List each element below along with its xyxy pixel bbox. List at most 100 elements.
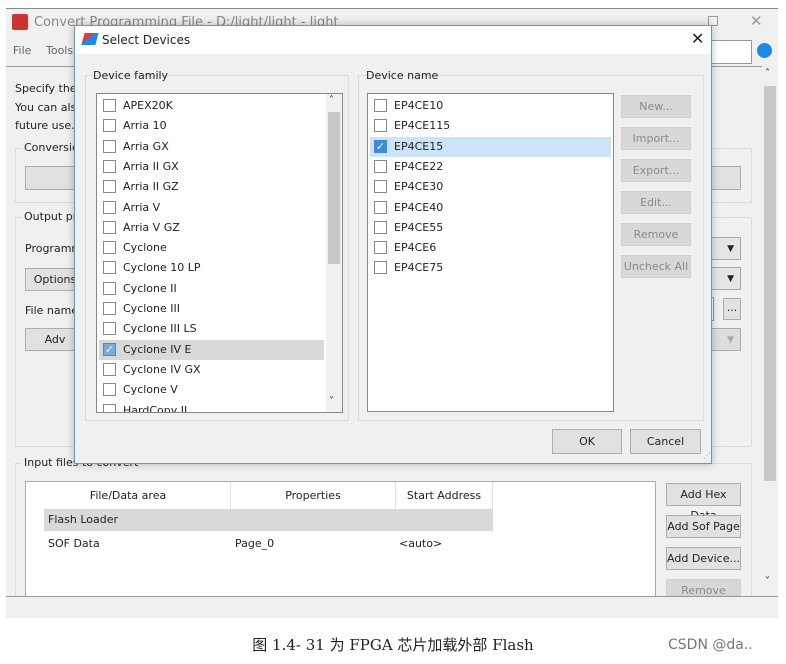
list-item[interactable]: Arria II GZ [99, 177, 324, 197]
list-item[interactable]: ✓ EP4CE15 [370, 136, 611, 157]
cell: Flash Loader [48, 513, 119, 526]
device-uncheck-all-button[interactable]: Uncheck All [621, 255, 691, 278]
device-name-list[interactable]: EP4CE10 EP4CE115 ✓ EP4CE15 EP4CE22 EP4CE30 EP4… [367, 93, 614, 412]
checkbox[interactable] [374, 200, 387, 214]
device-family-list[interactable]: ˄ ˅ APEX20K Arria 10 Arria GX Arria II GX Ar… [96, 93, 343, 413]
checkbox[interactable] [374, 261, 387, 275]
scroll-up-icon[interactable]: ˄ [765, 68, 770, 79]
add-device-button[interactable]: Add Device... [666, 547, 741, 570]
checkbox[interactable] [103, 362, 116, 376]
checkbox[interactable] [374, 180, 387, 194]
item-label: HardCopy II [123, 403, 188, 413]
item-label: Cyclone III LS [123, 322, 197, 336]
device-new-button[interactable]: New... [621, 95, 691, 118]
scroll-down-icon[interactable]: ˅ [329, 396, 334, 407]
column-header[interactable]: File/Data area [26, 482, 231, 509]
scrollbar-thumb[interactable] [328, 112, 340, 264]
dialog-close-icon[interactable]: ✕ [691, 29, 704, 48]
list-item[interactable]: EP4CE40 [370, 198, 611, 218]
list-item[interactable]: APEX20K [99, 96, 324, 116]
checkbox[interactable] [374, 241, 387, 255]
device-remove-button[interactable]: Remove [621, 223, 691, 246]
table-row[interactable]: SOF Data Page_0 <auto> [48, 533, 493, 555]
main-scrollbar[interactable]: ˄ ˅ [762, 68, 778, 596]
list-item[interactable]: EP4CE22 [370, 157, 611, 177]
checkbox[interactable] [374, 159, 387, 173]
scrollbar-thumb[interactable] [764, 86, 776, 481]
list-item[interactable]: EP4CE30 [370, 177, 611, 197]
checkbox[interactable] [103, 139, 116, 153]
checkbox[interactable] [103, 403, 116, 412]
list-item[interactable]: EP4CE6 [370, 238, 611, 258]
conversion-group-label: Conversic [22, 141, 81, 154]
checkbox[interactable] [374, 119, 387, 133]
browse-button[interactable]: ... [723, 298, 741, 320]
list-item[interactable]: Arria V GZ [99, 218, 324, 238]
item-label: Arria II GZ [123, 180, 179, 194]
checkbox[interactable] [374, 220, 387, 234]
menu-tools[interactable]: Tools [46, 44, 73, 57]
list-item[interactable]: Cyclone III LS [99, 319, 324, 339]
list-item[interactable]: ✓ Cyclone IV E [99, 339, 324, 360]
checkbox[interactable] [103, 281, 116, 295]
item-label: EP4CE75 [394, 261, 444, 275]
device-import-button[interactable]: Import... [621, 127, 691, 150]
checkbox[interactable] [103, 241, 116, 255]
add-sof-page-button[interactable]: Add Sof Page [666, 515, 741, 538]
item-label: EP4CE30 [394, 180, 444, 194]
checkbox[interactable] [103, 99, 116, 112]
item-label: EP4CE55 [394, 220, 444, 234]
scroll-down-icon[interactable]: ˅ [765, 576, 770, 587]
family-scrollbar[interactable]: ˄ ˅ [326, 94, 342, 412]
resize-grip-icon[interactable]: ⋰ [703, 451, 711, 460]
list-item[interactable]: EP4CE115 [370, 116, 611, 136]
list-item[interactable]: Arria V [99, 198, 324, 218]
item-label: Arria 10 [123, 119, 167, 133]
list-item[interactable]: HardCopy II [99, 401, 324, 413]
app-icon [12, 14, 28, 30]
checkbox[interactable] [103, 180, 116, 194]
device-export-button[interactable]: Export... [621, 159, 691, 182]
checkbox[interactable] [103, 261, 116, 275]
scroll-up-icon[interactable]: ˄ [329, 95, 334, 106]
list-item[interactable]: Cyclone [99, 238, 324, 258]
item-label: EP4CE22 [394, 159, 444, 173]
add-hex-data-button[interactable]: Add Hex Data [666, 483, 741, 522]
checkbox[interactable] [103, 119, 116, 133]
list-item[interactable]: Arria GX [99, 137, 324, 157]
table-row[interactable]: Flash Loader [44, 509, 493, 531]
close-icon[interactable]: ✕ [750, 12, 763, 30]
checkbox[interactable] [103, 302, 116, 315]
checkbox[interactable] [374, 99, 387, 112]
list-item[interactable]: EP4CE10 [370, 96, 611, 116]
list-item[interactable]: EP4CE75 [370, 258, 611, 278]
checkbox[interactable] [103, 220, 116, 234]
checkbox[interactable] [103, 159, 116, 173]
checkbox[interactable]: ✓ [374, 139, 387, 153]
list-item[interactable]: Cyclone IV GX [99, 360, 324, 380]
menu-file[interactable]: File [13, 44, 31, 57]
item-label: Arria V [123, 200, 161, 214]
checkbox[interactable] [103, 383, 116, 397]
device-edit-button[interactable]: Edit... [621, 191, 691, 214]
select-devices-dialog: Select Devices ✕ Device family ˄ ˅ APEX2… [74, 25, 712, 464]
list-item[interactable]: Cyclone V [99, 380, 324, 400]
list-item[interactable]: Arria 10 [99, 116, 324, 136]
list-item[interactable]: Cyclone III [99, 299, 324, 319]
list-item[interactable]: Arria II GX [99, 157, 324, 177]
list-item[interactable]: Cyclone 10 LP [99, 258, 324, 278]
checkbox[interactable] [103, 322, 116, 336]
list-item[interactable]: Cyclone II [99, 279, 324, 299]
column-header[interactable]: Properties [231, 482, 396, 509]
checkbox[interactable]: ✓ [103, 342, 116, 356]
item-label: EP4CE10 [394, 99, 444, 112]
globe-icon[interactable] [757, 43, 772, 58]
cancel-button[interactable]: Cancel [630, 429, 701, 454]
column-header[interactable]: Start Address [396, 482, 493, 509]
checkbox[interactable] [103, 200, 116, 214]
list-item[interactable]: EP4CE55 [370, 218, 611, 238]
item-label: Arria V GZ [123, 220, 180, 234]
ok-button[interactable]: OK [552, 429, 622, 454]
input-files-table[interactable]: File/Data area Properties Start Address … [25, 481, 656, 599]
remove-file-button[interactable]: Remove [666, 579, 741, 596]
